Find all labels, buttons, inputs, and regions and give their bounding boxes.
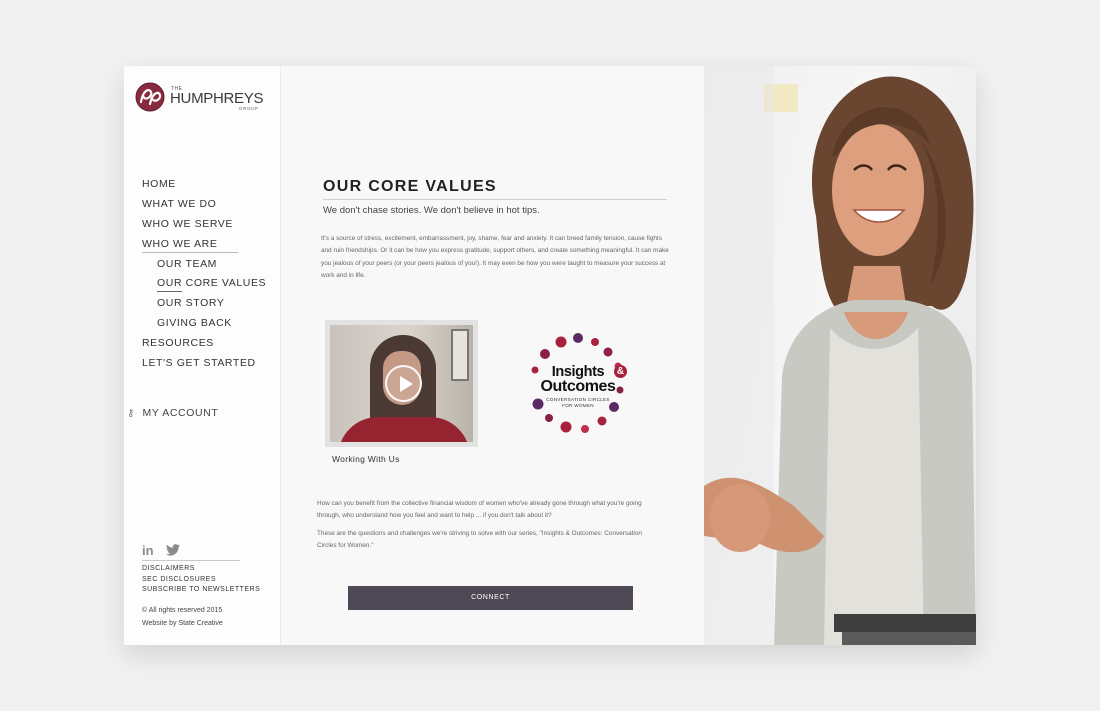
my-account-label: MY ACCOUNT [142, 407, 219, 419]
video-thumbnail[interactable] [325, 320, 478, 447]
nav-item-our-core-values[interactable]: OUR CORE VALUES [142, 277, 266, 297]
video-background-picture [451, 329, 469, 381]
footer-link-sec-disclosures[interactable]: SEC DISCLOSURES [142, 576, 260, 587]
footer-link-subscribe[interactable]: SUBSCRIBE TO NEWSLETTERS [142, 586, 260, 597]
key-icon: ⚷ [127, 408, 135, 419]
io-tagline-line2: FOR WOMEN [562, 403, 594, 408]
page-subtitle: We don't chase stories. We don't believe… [323, 205, 540, 216]
page-title: OUR CORE VALUES [323, 178, 497, 195]
copyright: © All rights reserved 2015 [142, 607, 223, 614]
smiling-woman-image [704, 66, 976, 645]
io-word-outcomes: Outcomes [540, 378, 616, 395]
connect-button[interactable]: CONNECT [348, 586, 633, 610]
social-links: in [142, 544, 188, 558]
footer-link-disclaimers[interactable]: DISCLAIMERS [142, 565, 260, 576]
nav-item-our-team[interactable]: OUR TEAM [142, 258, 266, 278]
footer-links: DISCLAIMERS SEC DISCLOSURES SUBSCRIBE TO… [142, 565, 260, 597]
main-nav: HOME WHAT WE DO WHO WE SERVE WHO WE ARE … [142, 178, 266, 377]
video-caption[interactable]: Working With Us [332, 454, 400, 464]
play-icon[interactable] [385, 365, 422, 402]
hero-photo [704, 66, 976, 645]
site-credit[interactable]: Website by State Creative [142, 620, 223, 627]
nav-item-resources[interactable]: RESOURCES [142, 337, 266, 357]
nav-item-what-we-do[interactable]: WHAT WE DO [142, 198, 266, 218]
insights-outcomes-logo[interactable]: Insights & Outcomes CONVERSATION CIRCLES… [523, 332, 633, 436]
nav-item-giving-back[interactable]: GIVING BACK [142, 317, 266, 337]
io-tagline-line1: CONVERSATION CIRCLES [546, 397, 610, 402]
humphreys-logo[interactable]: THE HUMPHREYS GROUP [135, 82, 275, 116]
nav-item-who-we-serve[interactable]: WHO WE SERVE [142, 218, 266, 238]
social-divider [142, 560, 240, 561]
sidebar: THE HUMPHREYS GROUP HOME WHAT WE DO WHO … [124, 66, 281, 645]
series-paragraph: These are the questions and challenges w… [317, 530, 642, 550]
io-ampersand: & [614, 365, 627, 378]
video-person-shirt [338, 417, 470, 442]
intro-paragraph: It's a source of stress, excitement, emb… [321, 235, 669, 279]
logo-group: GROUP [239, 106, 259, 111]
nav-item-home[interactable]: HOME [142, 178, 266, 198]
twitter-icon[interactable] [166, 544, 181, 559]
nav-item-who-we-are[interactable]: WHO WE ARE [142, 238, 266, 258]
video-frame [330, 325, 473, 442]
nav-item-lets-get-started[interactable]: LET'S GET STARTED [142, 357, 266, 377]
title-divider [323, 199, 667, 200]
logo-mark-icon [135, 82, 165, 112]
website-frame: THE HUMPHREYS GROUP HOME WHAT WE DO WHO … [124, 66, 976, 645]
nav-item-our-story[interactable]: OUR STORY [142, 297, 266, 317]
my-account-link[interactable]: ⚷ MY ACCOUNT [127, 407, 218, 419]
main-content: OUR CORE VALUES We don't chase stories. … [281, 66, 704, 645]
linkedin-icon[interactable]: in [142, 544, 154, 558]
benefit-paragraph: How can you benefit from the collective … [317, 500, 642, 520]
logo-name: HUMPHREYS [170, 90, 264, 107]
